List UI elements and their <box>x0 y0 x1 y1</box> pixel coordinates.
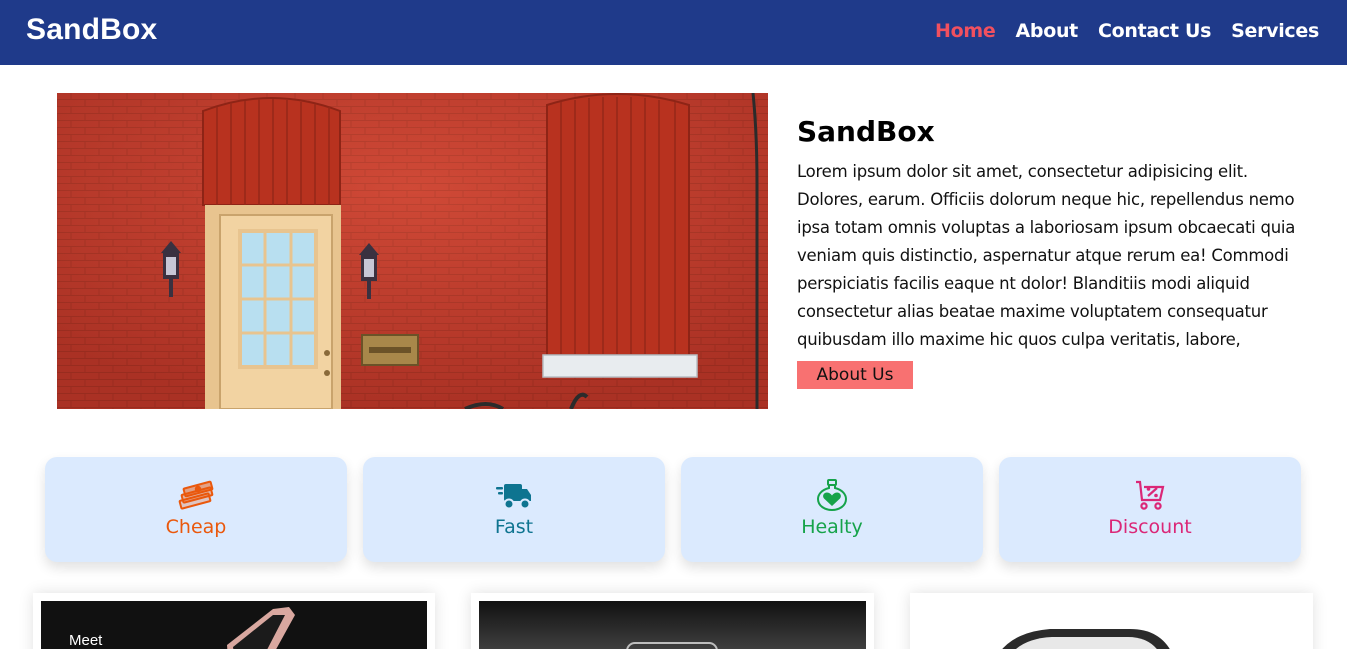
product-card-1[interactable]: Meet <box>33 593 435 649</box>
product-image-device <box>471 593 874 649</box>
product-image-phone: Meet <box>33 593 435 649</box>
feature-label-fast: Fast <box>494 516 534 538</box>
product-card-2[interactable] <box>471 593 874 649</box>
hero-description: Lorem ipsum dolor sit amet, consectetur … <box>797 162 1296 349</box>
product-image-phone-side <box>910 593 1313 649</box>
feature-card-fast[interactable]: Fast <box>363 457 665 562</box>
nav-link-home[interactable]: Home <box>935 20 996 42</box>
hero-text: SandBox Lorem ipsum dolor sit amet, cons… <box>797 115 1297 354</box>
feature-label-discount: Discount <box>1108 516 1192 538</box>
product-card-3[interactable] <box>910 593 1313 649</box>
money-icon <box>178 480 214 510</box>
truck-icon <box>496 484 531 510</box>
brand-logo[interactable]: SandBox <box>26 13 157 47</box>
feature-card-healty[interactable]: Healty <box>681 457 983 562</box>
feature-label-cheap: Cheap <box>165 516 227 538</box>
nav-link-contact-us[interactable]: Contact Us <box>1098 20 1211 42</box>
about-us-button[interactable]: About Us <box>797 361 913 389</box>
feature-card-discount[interactable]: Discount <box>999 457 1301 562</box>
product-caption: Meet <box>69 632 103 649</box>
navbar: SandBox Home About Contact Us Services <box>0 0 1347 65</box>
hero-title: SandBox <box>797 115 935 148</box>
nav-link-services[interactable]: Services <box>1231 20 1319 42</box>
nav-link-about[interactable]: About <box>1016 20 1079 42</box>
heart-flask-icon <box>816 479 848 511</box>
features-row: Cheap Fast Healty Discount <box>45 457 1301 562</box>
feature-card-cheap[interactable]: Cheap <box>45 457 347 562</box>
products-row: Meet <box>0 593 1347 649</box>
cart-discount-icon <box>1136 480 1165 510</box>
feature-label-healty: Healty <box>801 516 863 538</box>
nav-links: Home About Contact Us Services <box>935 20 1319 42</box>
hero-image <box>57 93 768 409</box>
